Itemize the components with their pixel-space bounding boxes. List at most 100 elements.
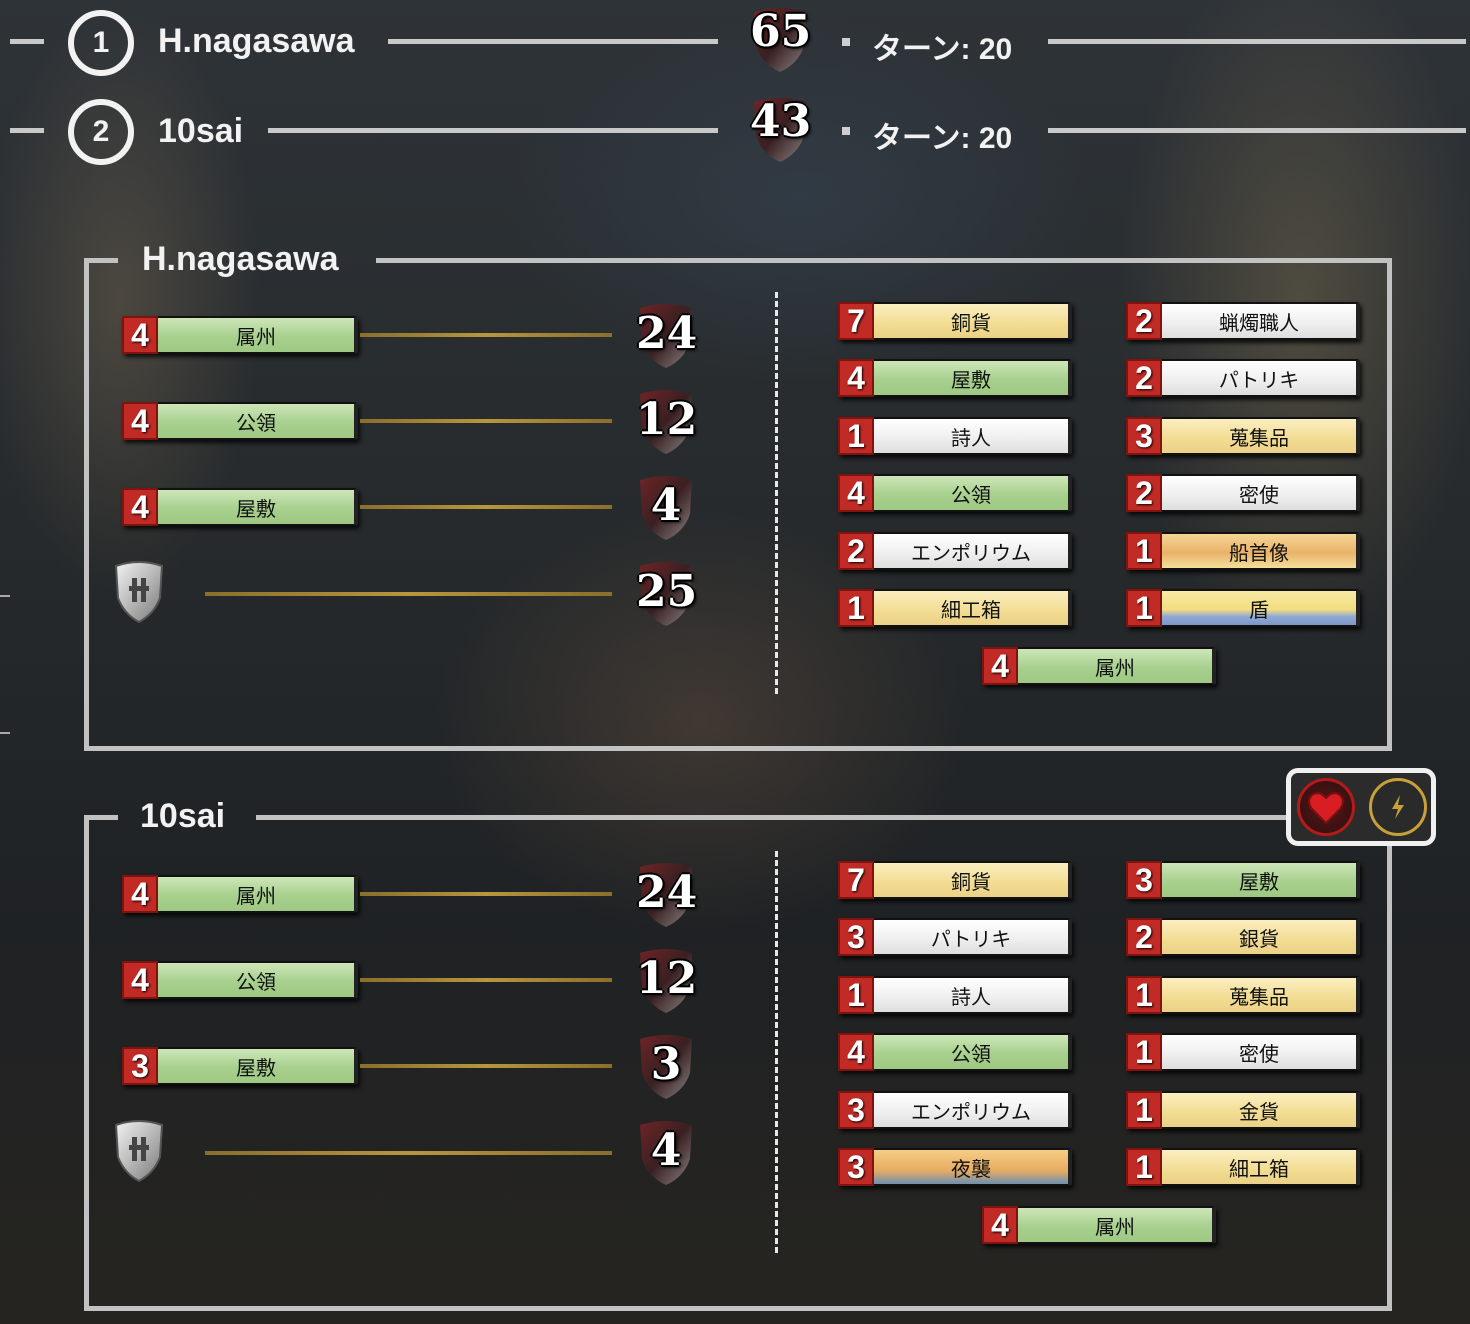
points-shield-icon: 24	[636, 861, 698, 929]
card-count: 1	[1126, 1033, 1162, 1071]
score-card[interactable]: 4 屋敷	[122, 488, 358, 526]
card-count: 4	[122, 875, 158, 913]
points-value: 4	[650, 1125, 682, 1176]
card-name: 銅貨	[874, 861, 1072, 899]
deck-card[interactable]: 3 パトリキ	[838, 918, 1072, 956]
deck-card[interactable]: 3 エンポリウム	[838, 1091, 1072, 1129]
card-count: 2	[1126, 474, 1162, 512]
card-count: 1	[1126, 976, 1162, 1014]
points-shield-icon: 3	[636, 1033, 696, 1101]
card-count: 4	[838, 474, 874, 512]
card-count: 4	[122, 316, 158, 354]
card-count: 4	[838, 1033, 874, 1071]
panel-title: 10sai	[140, 797, 226, 835]
turn-count: ターン: 20	[872, 122, 1013, 155]
points-shield-icon: 24	[636, 302, 697, 370]
score-shield-icon: 65	[750, 6, 812, 74]
player-name[interactable]: 10sai	[158, 112, 243, 151]
deck-card[interactable]: 4 屋敷	[838, 359, 1072, 397]
points-shield-icon: 4	[636, 1119, 696, 1187]
points-value: 12	[636, 953, 698, 1004]
lightning-icon[interactable]	[1369, 778, 1427, 836]
deck-card[interactable]: 1 蒐集品	[1126, 976, 1360, 1014]
card-name: パトリキ	[1162, 359, 1360, 397]
card-name: 属州	[158, 875, 358, 913]
card-name: 属州	[158, 316, 358, 354]
card-count: 4	[122, 961, 158, 999]
card-count: 7	[838, 302, 874, 340]
card-name: 細工箱	[1162, 1148, 1360, 1186]
points-value: 24	[636, 867, 698, 918]
deck-card[interactable]: 1 金貨	[1126, 1091, 1360, 1129]
card-count: 2	[838, 532, 874, 570]
points-shield-icon: 25	[636, 560, 697, 628]
card-name: 詩人	[874, 417, 1072, 455]
heart-icon[interactable]	[1297, 778, 1355, 836]
score-shield-icon: 43	[750, 96, 812, 164]
score-card[interactable]: 4 属州	[122, 875, 358, 913]
deck-card[interactable]: 7 銅貨	[838, 861, 1072, 899]
shield-emblem-icon	[112, 560, 166, 624]
deck-card[interactable]: 2 エンポリウム	[838, 532, 1072, 570]
deck-card[interactable]: 4 属州	[982, 1206, 1216, 1244]
card-name: 屋敷	[158, 488, 358, 526]
card-name: パトリキ	[874, 918, 1072, 956]
card-name: 密使	[1162, 474, 1360, 512]
card-count: 1	[838, 589, 874, 627]
player-name[interactable]: H.nagasawa	[158, 22, 355, 61]
points-value: 3	[650, 1039, 682, 1090]
card-count: 4	[122, 488, 158, 526]
card-count: 2	[1126, 918, 1162, 956]
deck-card[interactable]: 1 細工箱	[1126, 1148, 1360, 1186]
deck-card[interactable]: 2 蝋燭職人	[1126, 302, 1360, 340]
deck-card[interactable]: 1盾	[1126, 589, 1360, 627]
score-card[interactable]: 4 公領	[122, 961, 358, 999]
deck-card[interactable]: 1 密使	[1126, 1033, 1360, 1071]
card-count: 2	[1126, 302, 1162, 340]
card-name: 公領	[158, 402, 358, 440]
deck-card[interactable]: 1 船首像	[1126, 532, 1360, 570]
points-value: 12	[636, 394, 698, 445]
score-card[interactable]: 3 屋敷	[122, 1047, 358, 1085]
card-count: 3	[1126, 861, 1162, 899]
card-name: 密使	[1162, 1033, 1360, 1071]
card-name: 屋敷	[874, 359, 1072, 397]
player-score: 65	[750, 6, 812, 57]
panel-title: H.nagasawa	[142, 240, 339, 278]
deck-card[interactable]: 1 細工箱	[838, 589, 1072, 627]
card-count: 1	[1126, 1091, 1162, 1129]
deck-card[interactable]: 4 公領	[838, 1033, 1072, 1071]
deck-card[interactable]: 4 公領	[838, 474, 1072, 512]
deck-card[interactable]: 3 蒐集品	[1126, 417, 1360, 455]
card-name: 屋敷	[1162, 861, 1360, 899]
deck-card[interactable]: 1 詩人	[838, 417, 1072, 455]
deck-card[interactable]: 3 屋敷	[1126, 861, 1360, 899]
card-name: 金貨	[1162, 1091, 1360, 1129]
deck-card[interactable]: 2 密使	[1126, 474, 1360, 512]
deck-card[interactable]: 2 銀貨	[1126, 918, 1360, 956]
card-name: 公領	[158, 961, 358, 999]
deck-card[interactable]: 3 夜襲	[838, 1148, 1072, 1186]
points-shield-icon: 4	[636, 474, 696, 542]
card-count: 1	[1126, 1148, 1162, 1186]
card-name: 属州	[1018, 1206, 1216, 1244]
points-shield-icon: 12	[636, 947, 698, 1015]
player-score: 43	[750, 96, 812, 147]
card-count: 1	[1126, 532, 1162, 570]
card-name: 銅貨	[874, 302, 1072, 340]
deck-card[interactable]: 2 パトリキ	[1126, 359, 1360, 397]
deck-card[interactable]: 4 属州	[982, 647, 1216, 685]
card-count: 4	[838, 359, 874, 397]
card-count: 2	[1126, 359, 1162, 397]
card-name: 属州	[1018, 647, 1216, 685]
deck-card[interactable]: 7 銅貨	[838, 302, 1072, 340]
card-count: 4	[122, 402, 158, 440]
card-count: 3	[1126, 417, 1162, 455]
card-count: 4	[982, 1206, 1018, 1244]
score-card[interactable]: 4 公領	[122, 402, 358, 440]
score-card[interactable]: 4 属州	[122, 316, 358, 354]
deck-card[interactable]: 1 詩人	[838, 976, 1072, 1014]
card-name: 銀貨	[1162, 918, 1360, 956]
card-count: 3	[838, 918, 874, 956]
points-value: 4	[650, 480, 682, 531]
